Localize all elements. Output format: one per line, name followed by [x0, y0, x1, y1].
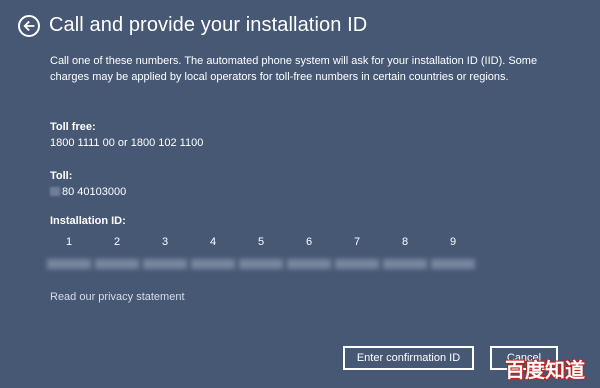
installation-id-group-number: 8 [401, 236, 409, 248]
watermark-logo: 百度知道 [505, 358, 585, 382]
redacted-prefix [50, 187, 60, 196]
page-title: Call and provide your installation ID [49, 14, 368, 36]
installation-id-group-redacted [383, 259, 427, 269]
installation-id-group-number: 9 [449, 236, 457, 248]
description-text: Call one of these numbers. The automated… [50, 55, 538, 83]
installation-id-group-number: 7 [353, 236, 361, 248]
installation-id-group-number: 2 [113, 236, 121, 248]
installation-id-group-redacted [191, 259, 235, 269]
installation-id-group-redacted [47, 259, 91, 269]
installation-id-group-number: 6 [305, 236, 313, 248]
installation-id-group-number: 1 [65, 236, 73, 248]
installation-id-group-redacted [335, 259, 379, 269]
toll-number-row: 80 40103000 [50, 186, 126, 198]
toll-free-label: Toll free: [50, 121, 96, 133]
back-button[interactable] [18, 14, 40, 37]
installation-id-groups [46, 259, 476, 273]
installation-id-group-redacted [95, 259, 139, 269]
installation-id-group-redacted [431, 259, 475, 269]
installation-id-group-number: 3 [161, 236, 169, 248]
header: Call and provide your installation ID [18, 14, 367, 37]
arrow-left-icon [23, 20, 35, 31]
privacy-statement-link[interactable]: Read our privacy statement [50, 291, 185, 303]
installation-id-group-numbers: 1 2 3 4 5 6 7 8 9 [46, 236, 476, 250]
installation-id-group-number: 4 [209, 236, 217, 248]
enter-confirmation-id-button[interactable]: Enter confirmation ID [343, 346, 474, 370]
installation-id-group-redacted [287, 259, 331, 269]
installation-id-group-number: 5 [257, 236, 265, 248]
toll-number: 80 40103000 [62, 186, 127, 198]
installation-id-group-redacted [143, 259, 187, 269]
installation-id-label: Installation ID: [50, 215, 126, 227]
installation-id-group-redacted [239, 259, 283, 269]
toll-label: Toll: [50, 170, 73, 182]
toll-free-numbers: 1800 1111 00 or 1800 102 1100 [50, 137, 204, 149]
